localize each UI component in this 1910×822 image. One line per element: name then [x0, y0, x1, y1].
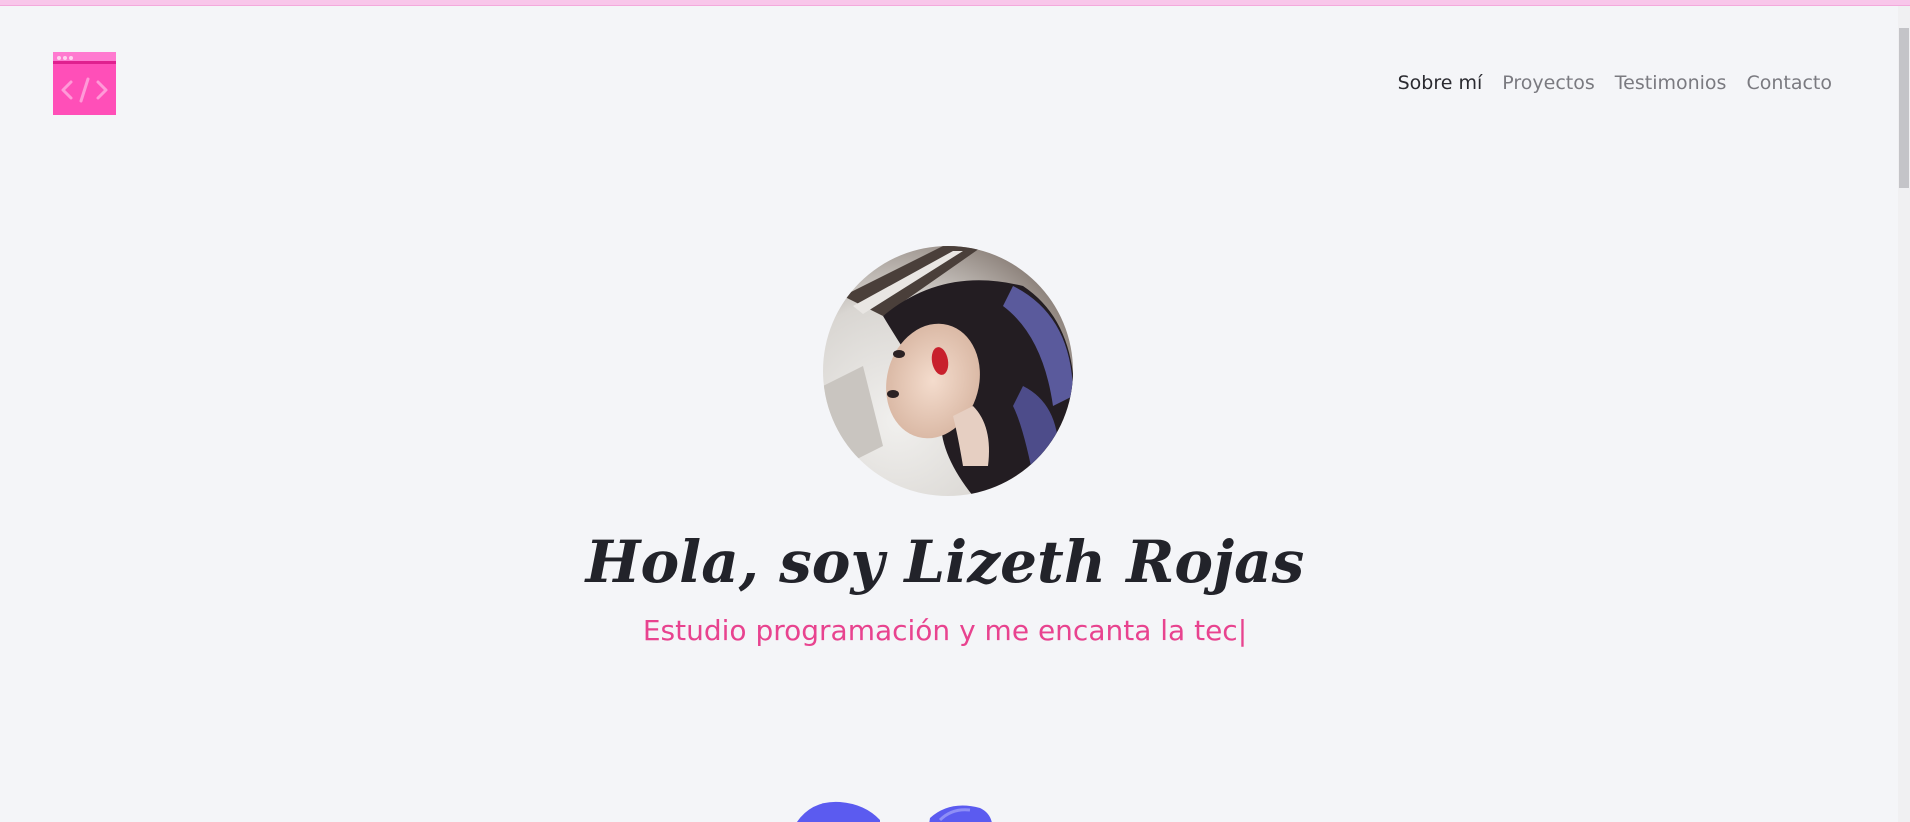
- code-window-icon: [61, 77, 108, 103]
- nav-link-testimonios[interactable]: Testimonios: [1615, 72, 1727, 94]
- typing-text: Estudio programación y me encanta la tec: [642, 614, 1238, 647]
- logo-window-bar: [53, 52, 116, 64]
- decorative-blob-shape: [797, 801, 992, 822]
- window-dot: [69, 56, 73, 60]
- nav-link-contacto[interactable]: Contacto: [1746, 72, 1832, 94]
- typing-cursor: |: [1237, 614, 1248, 647]
- nav-link-sobre-mi[interactable]: Sobre mí: [1398, 72, 1483, 94]
- page-scrollbar[interactable]: [1898, 6, 1910, 822]
- window-dot: [63, 56, 67, 60]
- avatar: [823, 246, 1073, 496]
- hero-title: Hola, soy Lizeth Rojas: [585, 528, 1305, 596]
- top-accent-bar: [0, 0, 1910, 6]
- hero-subtitle: Estudio programación y me encanta la tec…: [0, 614, 1890, 647]
- portfolio-page: Sobre mí Proyectos Testimonios Contacto: [0, 0, 1910, 822]
- nav-link-proyectos[interactable]: Proyectos: [1502, 72, 1595, 94]
- scrollbar-thumb[interactable]: [1899, 28, 1909, 188]
- main-nav: Sobre mí Proyectos Testimonios Contacto: [1398, 72, 1832, 94]
- logo[interactable]: [53, 52, 116, 115]
- window-dot: [57, 56, 61, 60]
- profile-photo: [823, 246, 1073, 496]
